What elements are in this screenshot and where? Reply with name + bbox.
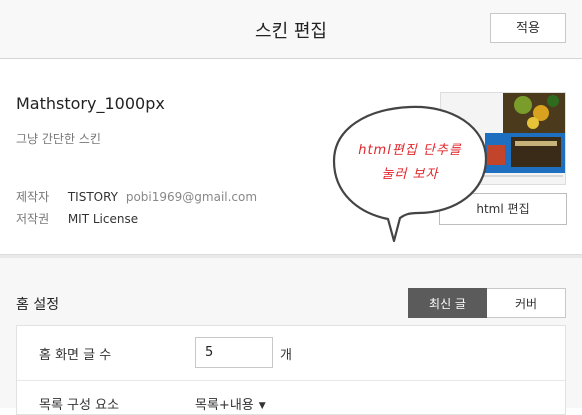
tab-latest-posts[interactable]: 최신 글: [408, 288, 487, 318]
author-name: TISTORY: [67, 190, 118, 204]
list-component-label: 목록 구성 요소: [39, 398, 120, 413]
home-mode-toggle: 최신 글 커버: [408, 288, 566, 318]
list-component-value: 목록+내용: [195, 398, 254, 413]
editor-header: 스킨 편집 적용: [0, 0, 582, 59]
apply-button[interactable]: 적용: [490, 13, 566, 43]
license-label: 저작권: [16, 212, 50, 226]
list-component-select[interactable]: 목록+내용 ▼: [195, 394, 266, 413]
annotation-speech-bubble: html편집 단추를 눌러 보자: [330, 101, 490, 246]
skin-description: 그냥 간단한 스킨: [16, 132, 101, 146]
post-count-row: 홈 화면 글 수 5 개: [17, 326, 565, 381]
post-count-unit: 개: [280, 348, 292, 363]
license-row: 저작권 MIT License: [16, 210, 138, 227]
author-email: pobi1969@gmail.com: [125, 190, 258, 204]
home-settings-section: 홈 설정 최신 글 커버 홈 화면 글 수 5 개 목록 구성 요소 목록+내용…: [0, 258, 582, 415]
skin-name: Mathstory_1000px: [16, 94, 165, 113]
skin-info-panel: Mathstory_1000px 그냥 간단한 스킨 제작자 TISTORY p…: [0, 59, 582, 254]
post-count-label: 홈 화면 글 수: [39, 348, 112, 363]
license-value: MIT License: [67, 212, 139, 226]
caret-down-icon: ▼: [258, 400, 266, 411]
home-settings-title: 홈 설정: [16, 297, 60, 313]
author-label: 제작자: [16, 190, 50, 204]
home-settings-card: 홈 화면 글 수 5 개 목록 구성 요소 목록+내용 ▼: [16, 325, 566, 415]
annotation-line-1: html편집 단추를: [358, 143, 462, 158]
annotation-line-2: 눌러 보자: [381, 167, 439, 182]
author-row: 제작자 TISTORY pobi1969@gmail.com: [16, 188, 257, 205]
post-count-input[interactable]: 5: [195, 337, 273, 368]
tab-cover[interactable]: 커버: [487, 288, 566, 318]
